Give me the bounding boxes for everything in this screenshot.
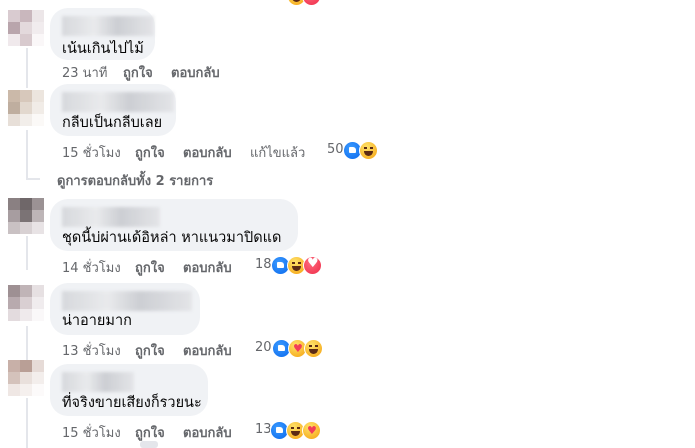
comment-bubble: ชุดนี้บ่ผ่านเด้อิหล่า หาแนวมาปิดแด <box>50 199 298 251</box>
care-icon <box>302 421 321 440</box>
avatar[interactable] <box>8 285 44 321</box>
comment-text: ชุดนี้บ่ผ่านเด้อิหล่า หาแนวมาปิดแด <box>62 230 282 246</box>
thread-line <box>26 398 28 448</box>
comment-text: เน้นเกินไปไม้ <box>62 41 144 57</box>
reply-button[interactable]: ตอบกลับ <box>183 257 232 278</box>
reply-button[interactable]: ตอบกลับ <box>183 142 232 163</box>
comment-bubble: เน้นเกินไปไม้ <box>50 8 155 60</box>
avatar[interactable] <box>8 10 44 46</box>
avatar[interactable] <box>8 198 44 234</box>
like-button[interactable]: ถูกใจ <box>135 142 165 163</box>
reply-button[interactable]: ตอบกลับ <box>171 62 220 83</box>
thread-line <box>26 236 28 270</box>
reply-button[interactable]: ตอบกลับ <box>183 340 232 361</box>
avatar[interactable] <box>8 360 44 396</box>
author-name-blurred[interactable] <box>62 372 134 392</box>
timestamp[interactable]: 14 ชั่วโมง <box>62 257 121 278</box>
reaction-count[interactable]: 18 <box>255 257 272 272</box>
comment-text: น่าอายมาก <box>62 313 132 329</box>
reaction-count[interactable]: 50 <box>327 142 344 157</box>
timestamp[interactable]: 15 ชั่วโมง <box>62 142 121 163</box>
avatar[interactable] <box>8 90 44 126</box>
next-comment-fragment <box>140 441 158 448</box>
haha-icon <box>359 141 378 160</box>
like-button[interactable]: ถูกใจ <box>123 62 153 83</box>
love-icon <box>303 256 322 275</box>
comment-text: กลีบเป็นกลีบเลย <box>62 115 163 131</box>
reply-connector <box>26 178 40 180</box>
haha-icon <box>304 339 323 358</box>
timestamp[interactable]: 23 นาที <box>62 62 107 83</box>
comment-bubble: น่าอายมาก <box>50 283 200 335</box>
like-button[interactable]: ถูกใจ <box>135 257 165 278</box>
timestamp[interactable]: 13 ชั่วโมง <box>62 340 121 361</box>
comment-bubble: กลีบเป็นกลีบเลย <box>50 84 176 136</box>
like-button[interactable]: ถูกใจ <box>135 340 165 361</box>
reaction-count[interactable]: 20 <box>255 340 272 355</box>
thread-line <box>26 326 28 360</box>
author-name-blurred[interactable] <box>62 207 160 227</box>
like-button[interactable]: ถูกใจ <box>135 422 165 443</box>
love-icon <box>302 0 321 6</box>
author-name-blurred[interactable] <box>62 16 154 36</box>
view-replies-link[interactable]: ดูการตอบกลับทั้ง 2 รายการ <box>57 170 213 191</box>
edited-label: แก้ไขแล้ว <box>250 146 306 161</box>
timestamp[interactable]: 15 ชั่วโมง <box>62 422 121 443</box>
comment-text: ที่จริงขายเสียงก็รวยนะ <box>62 395 202 411</box>
thread-line <box>26 130 28 180</box>
thread-line <box>26 48 28 88</box>
author-name-blurred[interactable] <box>62 92 174 112</box>
author-name-blurred[interactable] <box>62 291 192 311</box>
reply-button[interactable]: ตอบกลับ <box>183 422 232 443</box>
comment-bubble: ที่จริงขายเสียงก็รวยนะ <box>50 364 208 416</box>
